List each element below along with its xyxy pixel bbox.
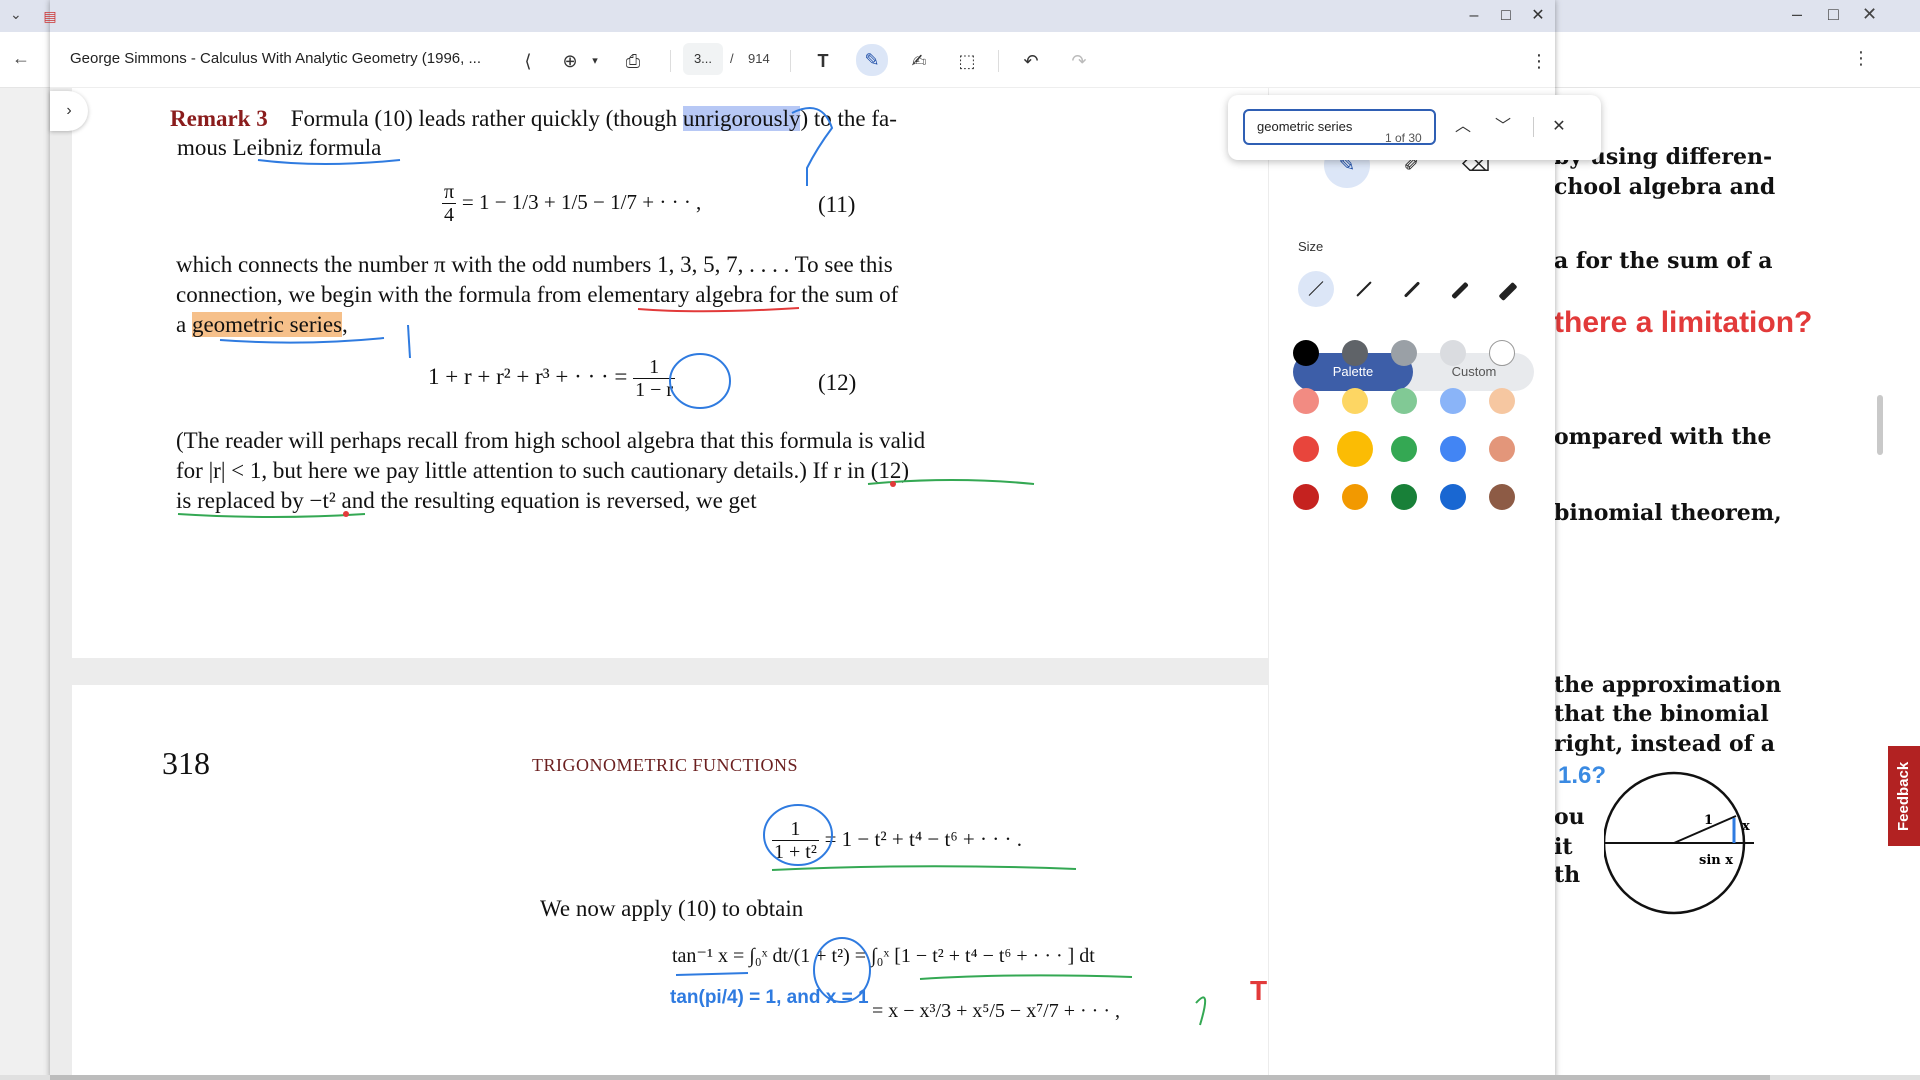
back-line: there a limitation? (1554, 306, 1813, 339)
page-total: 914 (748, 51, 770, 66)
print-icon[interactable]: ⎙ (618, 46, 648, 76)
scrollbar-thumb[interactable] (50, 1075, 1770, 1080)
close-icon[interactable]: ✕ (1862, 4, 1877, 25)
color-swatch[interactable] (1489, 388, 1515, 414)
title-bar: ▤ – □ ✕ (43, 0, 1555, 32)
color-swatch[interactable] (1293, 340, 1319, 366)
back-line: binomial theorem, (1554, 500, 1782, 526)
minimize-icon[interactable]: – (1792, 4, 1802, 25)
ink-annotations (675, 804, 1207, 1026)
color-swatch[interactable] (1391, 484, 1417, 510)
app-icon: ▤ (43, 8, 57, 24)
back-line: it (1554, 834, 1573, 860)
background-document: by using differen- chool algebra and a f… (1552, 88, 1882, 1080)
pdf-page: Remark 3 Formula (10) leads rather quick… (72, 88, 1268, 658)
background-sidebar (0, 88, 50, 1080)
color-swatch[interactable] (1342, 388, 1368, 414)
document-title: George Simmons - Calculus With Analytic … (70, 50, 481, 67)
close-find-icon[interactable]: ✕ (1545, 113, 1573, 141)
select-area-icon[interactable]: ⬚ (952, 46, 982, 76)
annotation-panel: ✎ ✐ ⌫ Size Palette Custom (1268, 88, 1555, 1080)
chevron-down-icon[interactable]: ⌄ (10, 6, 22, 23)
back-arrow-icon[interactable]: ← (12, 48, 30, 69)
size-option-5[interactable] (1490, 271, 1526, 307)
color-swatch[interactable] (1489, 484, 1515, 510)
figure-label-sinx: sin x (1699, 853, 1733, 868)
find-bar: geometric series 1 of 30 ︿ ﹀ ✕ (1228, 95, 1601, 160)
back-line: right, instead of a (1554, 731, 1776, 757)
find-divider (1533, 117, 1534, 137)
share-icon[interactable]: ⟨ (513, 46, 543, 76)
signature-icon[interactable]: ✍ (904, 46, 934, 76)
page-number-input[interactable]: 3... (683, 43, 723, 75)
minimize-icon[interactable]: – (1464, 6, 1484, 26)
color-swatch[interactable] (1440, 436, 1466, 462)
undo-icon[interactable]: ↶ (1016, 46, 1046, 76)
toolbar-divider (998, 50, 999, 72)
size-label: Size (1298, 239, 1324, 254)
back-line: that the binomial (1554, 701, 1769, 727)
color-swatch[interactable] (1391, 340, 1417, 366)
maximize-icon[interactable]: □ (1496, 6, 1516, 26)
custom-tab[interactable]: Custom (1414, 353, 1534, 391)
pdf-viewer-window: ▤ – □ ✕ George Simmons - Calculus With A… (43, 0, 1601, 1080)
color-swatch[interactable] (1391, 436, 1417, 462)
color-swatch[interactable] (1293, 436, 1319, 462)
feedback-tab[interactable]: Feedback (1888, 746, 1920, 846)
more-menu-icon[interactable]: ⋮ (1524, 46, 1554, 76)
maximize-icon[interactable]: □ (1828, 4, 1839, 25)
size-option-1[interactable] (1298, 271, 1334, 307)
color-swatch[interactable] (1391, 388, 1417, 414)
page-separator: / (730, 51, 734, 66)
next-match-icon[interactable]: ﹀ (1489, 113, 1517, 141)
pdf-page: 318 TRIGONOMETRIC FUNCTIONS 11 + t² = 1 … (72, 685, 1268, 1080)
toolbar: George Simmons - Calculus With Analytic … (50, 32, 1555, 88)
zoom-dropdown-icon[interactable]: ▾ (580, 46, 610, 76)
back-line: a for the sum of a (1554, 248, 1773, 274)
more-menu-icon[interactable]: ⋮ (1852, 48, 1870, 69)
color-swatch[interactable] (1440, 388, 1466, 414)
background-scrollbar[interactable] (1877, 395, 1883, 455)
toolbar-divider (670, 50, 671, 72)
color-swatch[interactable] (1337, 431, 1373, 467)
document-viewer[interactable]: Remark 3 Formula (10) leads rather quick… (50, 88, 1268, 1080)
back-line: th (1554, 862, 1581, 888)
color-swatch[interactable] (1342, 340, 1368, 366)
match-count: 1 of 30 (1385, 131, 1422, 145)
color-swatch[interactable] (1440, 484, 1466, 510)
color-swatch[interactable] (1489, 340, 1515, 366)
unit-circle-figure: 1 x sin x (1604, 771, 1754, 915)
figure-label-1: 1 (1704, 813, 1713, 828)
search-input[interactable]: geometric series 1 of 30 (1243, 109, 1436, 145)
ink-annotations (177, 107, 1035, 518)
color-swatch[interactable] (1293, 484, 1319, 510)
horizontal-scrollbar[interactable] (0, 1075, 1920, 1080)
back-line: 1.6? (1558, 762, 1607, 789)
back-line: ompared with the (1554, 424, 1772, 450)
previous-match-icon[interactable]: ︿ (1449, 113, 1477, 141)
back-line: chool algebra and (1554, 174, 1776, 200)
back-line: ou (1554, 804, 1585, 830)
text-size-icon[interactable]: T (808, 46, 838, 76)
redo-icon[interactable]: ↷ (1064, 46, 1094, 76)
color-swatch[interactable] (1293, 388, 1319, 414)
toolbar-divider (790, 50, 791, 72)
color-swatch[interactable] (1440, 340, 1466, 366)
color-swatch[interactable] (1489, 436, 1515, 462)
size-option-4[interactable] (1442, 271, 1478, 307)
close-icon[interactable]: ✕ (1528, 6, 1548, 26)
search-query: geometric series (1257, 119, 1353, 134)
draw-icon[interactable]: ✎ (856, 44, 888, 76)
color-swatch[interactable] (1342, 484, 1368, 510)
figure-label-x: x (1742, 819, 1750, 834)
back-line: the approximation (1554, 672, 1782, 698)
size-option-2[interactable] (1346, 271, 1382, 307)
size-option-3[interactable] (1394, 271, 1430, 307)
